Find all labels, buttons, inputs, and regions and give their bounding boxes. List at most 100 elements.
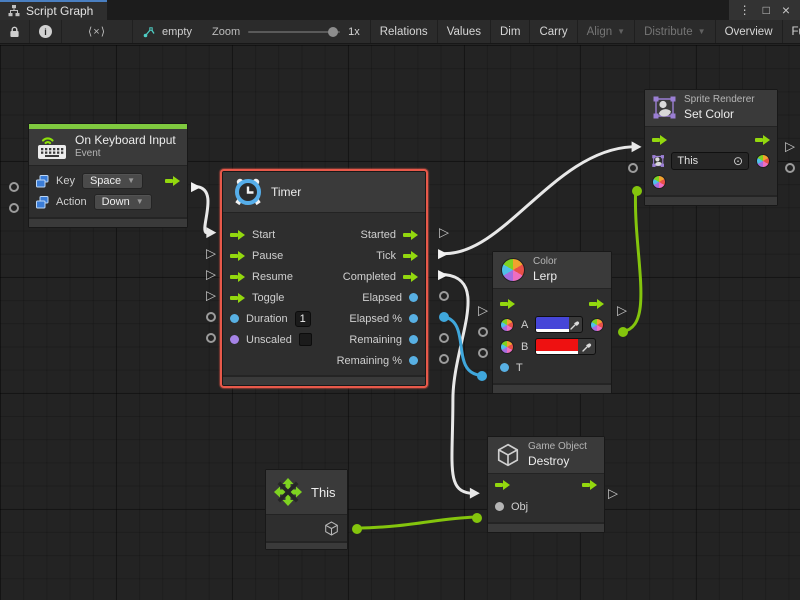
full-screen-button[interactable]: Full Screen: [782, 20, 800, 43]
kebab-menu-icon[interactable]: ⋮: [739, 4, 751, 16]
flow-in-arrow[interactable]: [230, 251, 245, 261]
lerp-flow-out-port[interactable]: ▷: [617, 305, 627, 318]
timer-toggle-in-port[interactable]: ▷: [206, 290, 216, 303]
node-timer[interactable]: Timer Start Started Pause Tick Resume Co…: [222, 171, 426, 386]
color-b-swatch[interactable]: [536, 339, 578, 354]
timer-duration-in-port[interactable]: [206, 312, 216, 322]
key-dropdown[interactable]: Space▼: [82, 173, 143, 189]
lerp-t-in-port[interactable]: [477, 371, 487, 381]
overview-button[interactable]: Overview: [715, 20, 782, 43]
graph-reference[interactable]: empty: [133, 20, 202, 43]
graph-canvas[interactable]: On Keyboard Input Event Key Space▼: [0, 45, 800, 600]
flow-in-arrow[interactable]: [652, 135, 667, 145]
sprite-flow-out-port[interactable]: ▷: [785, 141, 795, 154]
destroy-obj-in-port[interactable]: [472, 513, 482, 523]
tab-script-graph[interactable]: Script Graph: [0, 0, 107, 20]
flow-out-arrow[interactable]: [582, 480, 597, 490]
color-a-field[interactable]: [535, 316, 583, 333]
code-view-button[interactable]: ⟨×⟩: [62, 20, 133, 43]
distribute-button[interactable]: Distribute▼: [634, 20, 715, 43]
node-header[interactable]: On Keyboard Input Event: [29, 129, 187, 166]
lerp-result-out-port[interactable]: [618, 327, 628, 337]
sprite-color-in-port[interactable]: [632, 186, 642, 196]
kb-action-in-port[interactable]: [9, 203, 19, 213]
value-port[interactable]: [495, 502, 504, 511]
timer-completed-out-port[interactable]: ▶: [438, 269, 448, 282]
flow-in-arrow[interactable]: [495, 480, 510, 490]
lerp-b-in-port[interactable]: [478, 348, 488, 358]
color-in-icon[interactable]: [652, 175, 666, 189]
value-port[interactable]: [409, 314, 418, 323]
node-header[interactable]: Color Lerp: [493, 252, 611, 289]
color-out-icon[interactable]: [756, 154, 770, 168]
flow-in-arrow[interactable]: [500, 299, 515, 309]
flow-out-arrow[interactable]: [589, 299, 604, 309]
duration-input[interactable]: 1: [295, 311, 311, 327]
maximize-icon[interactable]: □: [763, 4, 770, 16]
flow-out-arrow[interactable]: [403, 272, 418, 282]
node-on-keyboard-input[interactable]: On Keyboard Input Event Key Space▼: [28, 123, 188, 228]
node-game-object-destroy[interactable]: Game Object Destroy Obj: [487, 436, 605, 533]
close-icon[interactable]: ×: [782, 3, 790, 17]
sprite-value-out-port[interactable]: [785, 163, 795, 173]
sprite-target-in-port[interactable]: [628, 163, 638, 173]
relations-button[interactable]: Relations: [370, 20, 437, 43]
lock-button[interactable]: [0, 20, 30, 43]
carry-button[interactable]: Carry: [529, 20, 576, 43]
values-button[interactable]: Values: [437, 20, 490, 43]
value-port[interactable]: [230, 314, 239, 323]
node-header[interactable]: This: [266, 470, 347, 515]
lerp-a-in-port[interactable]: [478, 327, 488, 337]
timer-pause-in-port[interactable]: ▷: [206, 248, 216, 261]
zoom-slider[interactable]: [248, 31, 340, 33]
node-color-lerp[interactable]: Color Lerp A: [492, 251, 612, 394]
kb-trigger-out-port[interactable]: ▶: [191, 181, 201, 194]
flow-out-arrow[interactable]: [755, 135, 770, 145]
inspect-button[interactable]: i: [30, 20, 62, 43]
timer-resume-in-port[interactable]: ▷: [206, 269, 216, 282]
value-port[interactable]: [230, 335, 239, 344]
color-a-swatch[interactable]: [536, 317, 569, 332]
eyedropper-icon[interactable]: [569, 320, 582, 330]
value-port[interactable]: [409, 356, 418, 365]
timer-remaining-percent-out-port[interactable]: [439, 354, 449, 364]
timer-elapsed-percent-out-port[interactable]: [439, 312, 449, 322]
eyedropper-icon[interactable]: [578, 342, 595, 352]
trigger-out-arrow[interactable]: [165, 176, 180, 186]
flow-in-arrow[interactable]: [230, 293, 245, 303]
align-button[interactable]: Align▼: [577, 20, 635, 43]
timer-remaining-out-port[interactable]: [439, 333, 449, 343]
value-port[interactable]: [409, 293, 418, 302]
value-port[interactable]: [500, 363, 509, 372]
color-port-icon[interactable]: [500, 340, 514, 354]
flow-out-arrow[interactable]: [403, 251, 418, 261]
game-object-cube-icon[interactable]: [324, 521, 339, 536]
destroy-flow-out-port[interactable]: ▷: [608, 488, 618, 501]
kb-key-in-port[interactable]: [9, 182, 19, 192]
flow-in-arrow[interactable]: [230, 272, 245, 282]
node-sprite-renderer-set-color[interactable]: Sprite Renderer Set Color: [644, 89, 778, 206]
color-out-icon[interactable]: [590, 318, 604, 332]
target-object-field[interactable]: This ⊙: [671, 152, 749, 170]
timer-tick-out-port[interactable]: ▶: [438, 248, 448, 261]
node-this[interactable]: This: [265, 469, 348, 550]
zoom-slider-handle[interactable]: [328, 27, 338, 37]
color-port-icon[interactable]: [500, 318, 514, 332]
timer-elapsed-out-port[interactable]: [439, 291, 449, 301]
timer-started-out-port[interactable]: ▷: [439, 227, 449, 240]
this-game-object-out-port[interactable]: [352, 524, 362, 534]
wire-this-to-destroy-obj: [357, 517, 475, 528]
dim-button[interactable]: Dim: [490, 20, 529, 43]
color-b-field[interactable]: [535, 338, 596, 355]
node-header[interactable]: Game Object Destroy: [488, 437, 604, 474]
value-port[interactable]: [409, 335, 418, 344]
object-picker-icon[interactable]: ⊙: [733, 154, 743, 168]
unscaled-checkbox[interactable]: [299, 333, 312, 346]
action-dropdown[interactable]: Down▼: [94, 194, 152, 210]
node-header[interactable]: Sprite Renderer Set Color: [645, 90, 777, 127]
flow-in-arrow[interactable]: [230, 230, 245, 240]
flow-out-arrow[interactable]: [403, 230, 418, 240]
node-header[interactable]: Timer: [223, 172, 425, 213]
lerp-flow-in-port[interactable]: ▷: [478, 305, 488, 318]
timer-unscaled-in-port[interactable]: [206, 333, 216, 343]
